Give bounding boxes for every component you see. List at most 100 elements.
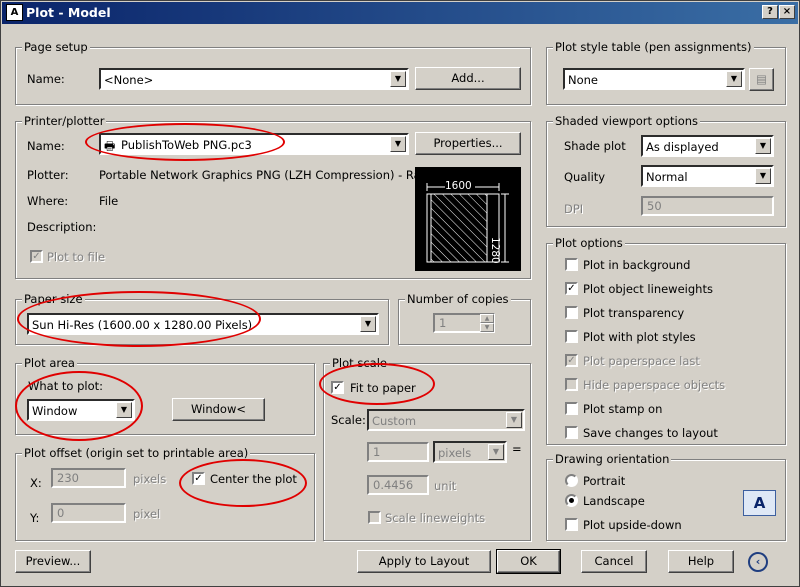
help-titlebar-button[interactable]: ? (762, 5, 778, 19)
portrait-radio[interactable] (565, 474, 578, 487)
preview-height-label: 1280 (489, 237, 501, 264)
scale-lineweights-checkbox[interactable] (368, 511, 381, 524)
scale-value: Custom (372, 414, 417, 428)
page-setup-name-label: Name: (27, 72, 65, 86)
apply-to-layout-button[interactable]: Apply to Layout (357, 550, 491, 573)
offset-y-value: 0 (57, 506, 65, 520)
expand-less-options-icon[interactable]: ‹ (748, 552, 768, 572)
shade-plot-select[interactable]: As displayed ▼ (641, 135, 774, 157)
description-label: Description: (27, 220, 97, 234)
plot-option-checkbox[interactable] (565, 330, 578, 343)
plot-option-checkbox[interactable]: ✓ (565, 282, 578, 295)
fit-to-paper-checkbox[interactable]: ✓ (331, 381, 344, 394)
plot-dialog: A Plot - Model ? × Page setup Name: <Non… (0, 0, 800, 587)
quality-label: Quality (564, 170, 606, 184)
copies-value: 1 (439, 316, 447, 330)
printer-name-select[interactable]: PublishToWeb PNG.pc3 🖶 ▼ (99, 133, 409, 155)
plot-option-label: Plot with plot styles (583, 330, 696, 344)
paper-preview: 1600 1280 (415, 167, 521, 271)
chevron-down-icon: ▼ (488, 444, 504, 460)
page-setup-name-select[interactable]: <None> ▼ (99, 68, 409, 90)
copies-spinner[interactable]: ▲ ▼ (480, 314, 494, 334)
scale-lineweights-label: Scale lineweights (385, 511, 486, 525)
chevron-down-icon: ▼ (390, 136, 406, 152)
ok-button[interactable]: OK (496, 549, 561, 574)
plot-style-value: None (568, 73, 599, 87)
what-to-plot-label: What to plot: (28, 379, 103, 393)
scale-select[interactable]: Custom ▼ (367, 409, 525, 431)
plot-option-label: Plot transparency (583, 306, 685, 320)
dpi-input[interactable]: 50 (641, 196, 774, 216)
portrait-label: Portrait (583, 474, 626, 488)
chevron-down-icon: ▼ (116, 402, 132, 418)
plot-option-checkbox[interactable] (565, 306, 578, 319)
plot-options-group: Plot options (546, 236, 786, 445)
preview-button[interactable]: Preview... (15, 550, 91, 573)
offset-y-input[interactable]: 0 (51, 503, 126, 523)
shaded-viewport-legend: Shaded viewport options (553, 114, 701, 128)
help-button[interactable]: Help (668, 550, 734, 573)
paper-size-legend: Paper size (22, 292, 85, 306)
paper-size-value: Sun Hi-Res (1600.00 x 1280.00 Pixels) (32, 318, 253, 332)
properties-button[interactable]: Properties... (415, 132, 521, 155)
plotter-label: Plotter: (27, 168, 69, 182)
plot-option-label: Plot paperspace last (583, 354, 700, 368)
plot-option-label: Plot in background (583, 258, 691, 272)
chevron-down-icon: ▼ (755, 138, 771, 154)
printer-plotter-legend: Printer/plotter (22, 114, 107, 128)
offset-y-label: Y: (30, 511, 40, 525)
window-pick-button[interactable]: Window< (172, 398, 265, 421)
plot-option-label: Plot object lineweights (583, 282, 713, 296)
title-bar[interactable]: A Plot - Model ? × (2, 2, 798, 24)
quality-select[interactable]: Normal ▼ (641, 165, 774, 187)
plot-offset-legend: Plot offset (origin set to printable are… (22, 446, 251, 460)
plot-offset-group: Plot offset (origin set to printable are… (15, 446, 315, 541)
drawing-orientation-legend: Drawing orientation (553, 452, 672, 466)
page-setup-legend: Page setup (22, 40, 90, 54)
offset-x-label: X: (30, 476, 42, 490)
scale-unit-select[interactable]: pixels ▼ (433, 441, 507, 463)
upside-down-label: Plot upside-down (583, 518, 682, 532)
paper-size-select[interactable]: Sun Hi-Res (1600.00 x 1280.00 Pixels) ▼ (27, 313, 379, 335)
offset-x-input[interactable]: 230 (51, 468, 126, 488)
dpi-label: DPI (564, 202, 584, 216)
edit-plot-style-icon[interactable]: ▤ (749, 68, 774, 91)
plot-option-checkbox[interactable] (565, 402, 578, 415)
what-to-plot-select[interactable]: Window ▼ (27, 399, 135, 421)
scale-unit2-label: unit (434, 479, 457, 493)
close-icon[interactable]: × (779, 5, 795, 19)
center-plot-label: Center the plot (210, 472, 297, 486)
upside-down-checkbox[interactable] (565, 518, 578, 531)
fit-to-paper-label: Fit to paper (350, 381, 416, 395)
page-setup-name-value: <None> (104, 73, 154, 87)
dpi-value: 50 (647, 199, 662, 213)
landscape-radio[interactable] (565, 494, 578, 507)
plot-option-checkbox[interactable]: ✓ (565, 354, 578, 367)
plot-style-legend: Plot style table (pen assignments) (553, 40, 754, 54)
landscape-label: Landscape (583, 494, 645, 508)
plot-scale-legend: Plot scale (330, 356, 389, 370)
where-value: File (99, 194, 119, 208)
chevron-down-icon: ▼ (360, 316, 376, 332)
landscape-radio-selected (569, 498, 574, 503)
plot-style-select[interactable]: None ▼ (563, 68, 745, 90)
center-plot-checkbox[interactable]: ✓ (192, 472, 205, 485)
preview-width-label: 1600 (445, 180, 472, 192)
plot-to-file-checkbox[interactable]: ✓ (30, 250, 43, 263)
plot-to-file-label: Plot to file (47, 250, 106, 264)
scale-value2-input[interactable]: 0.4456 (367, 475, 429, 495)
plot-option-label: Plot stamp on (583, 402, 663, 416)
scale-value1-input[interactable]: 1 (367, 442, 429, 462)
cancel-button[interactable]: Cancel (581, 550, 647, 573)
add-button[interactable]: Add... (415, 67, 521, 90)
plot-option-checkbox[interactable] (565, 426, 578, 439)
offset-x-value: 230 (57, 471, 79, 485)
copies-legend: Number of copies (405, 292, 511, 306)
printer-name-value: PublishToWeb PNG.pc3 (121, 138, 252, 152)
plot-option-checkbox[interactable] (565, 258, 578, 271)
chevron-down-icon: ▼ (755, 168, 771, 184)
quality-value: Normal (646, 170, 688, 184)
plot-option-checkbox[interactable] (565, 378, 578, 391)
scale-value2: 0.4456 (373, 478, 414, 492)
offset-y-unit: pixel (133, 507, 161, 521)
